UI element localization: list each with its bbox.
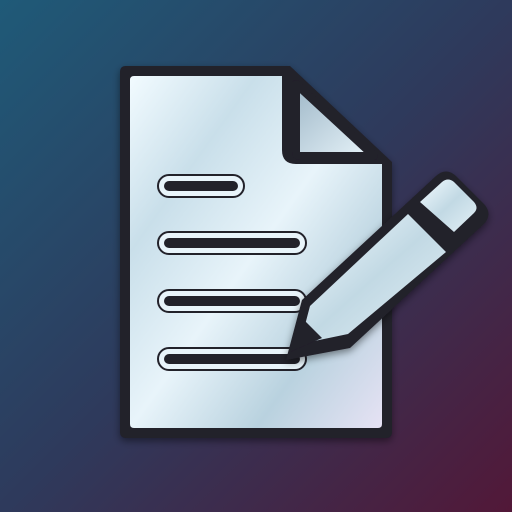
document-edit-app-icon (0, 0, 512, 512)
icon-artwork (0, 0, 512, 512)
